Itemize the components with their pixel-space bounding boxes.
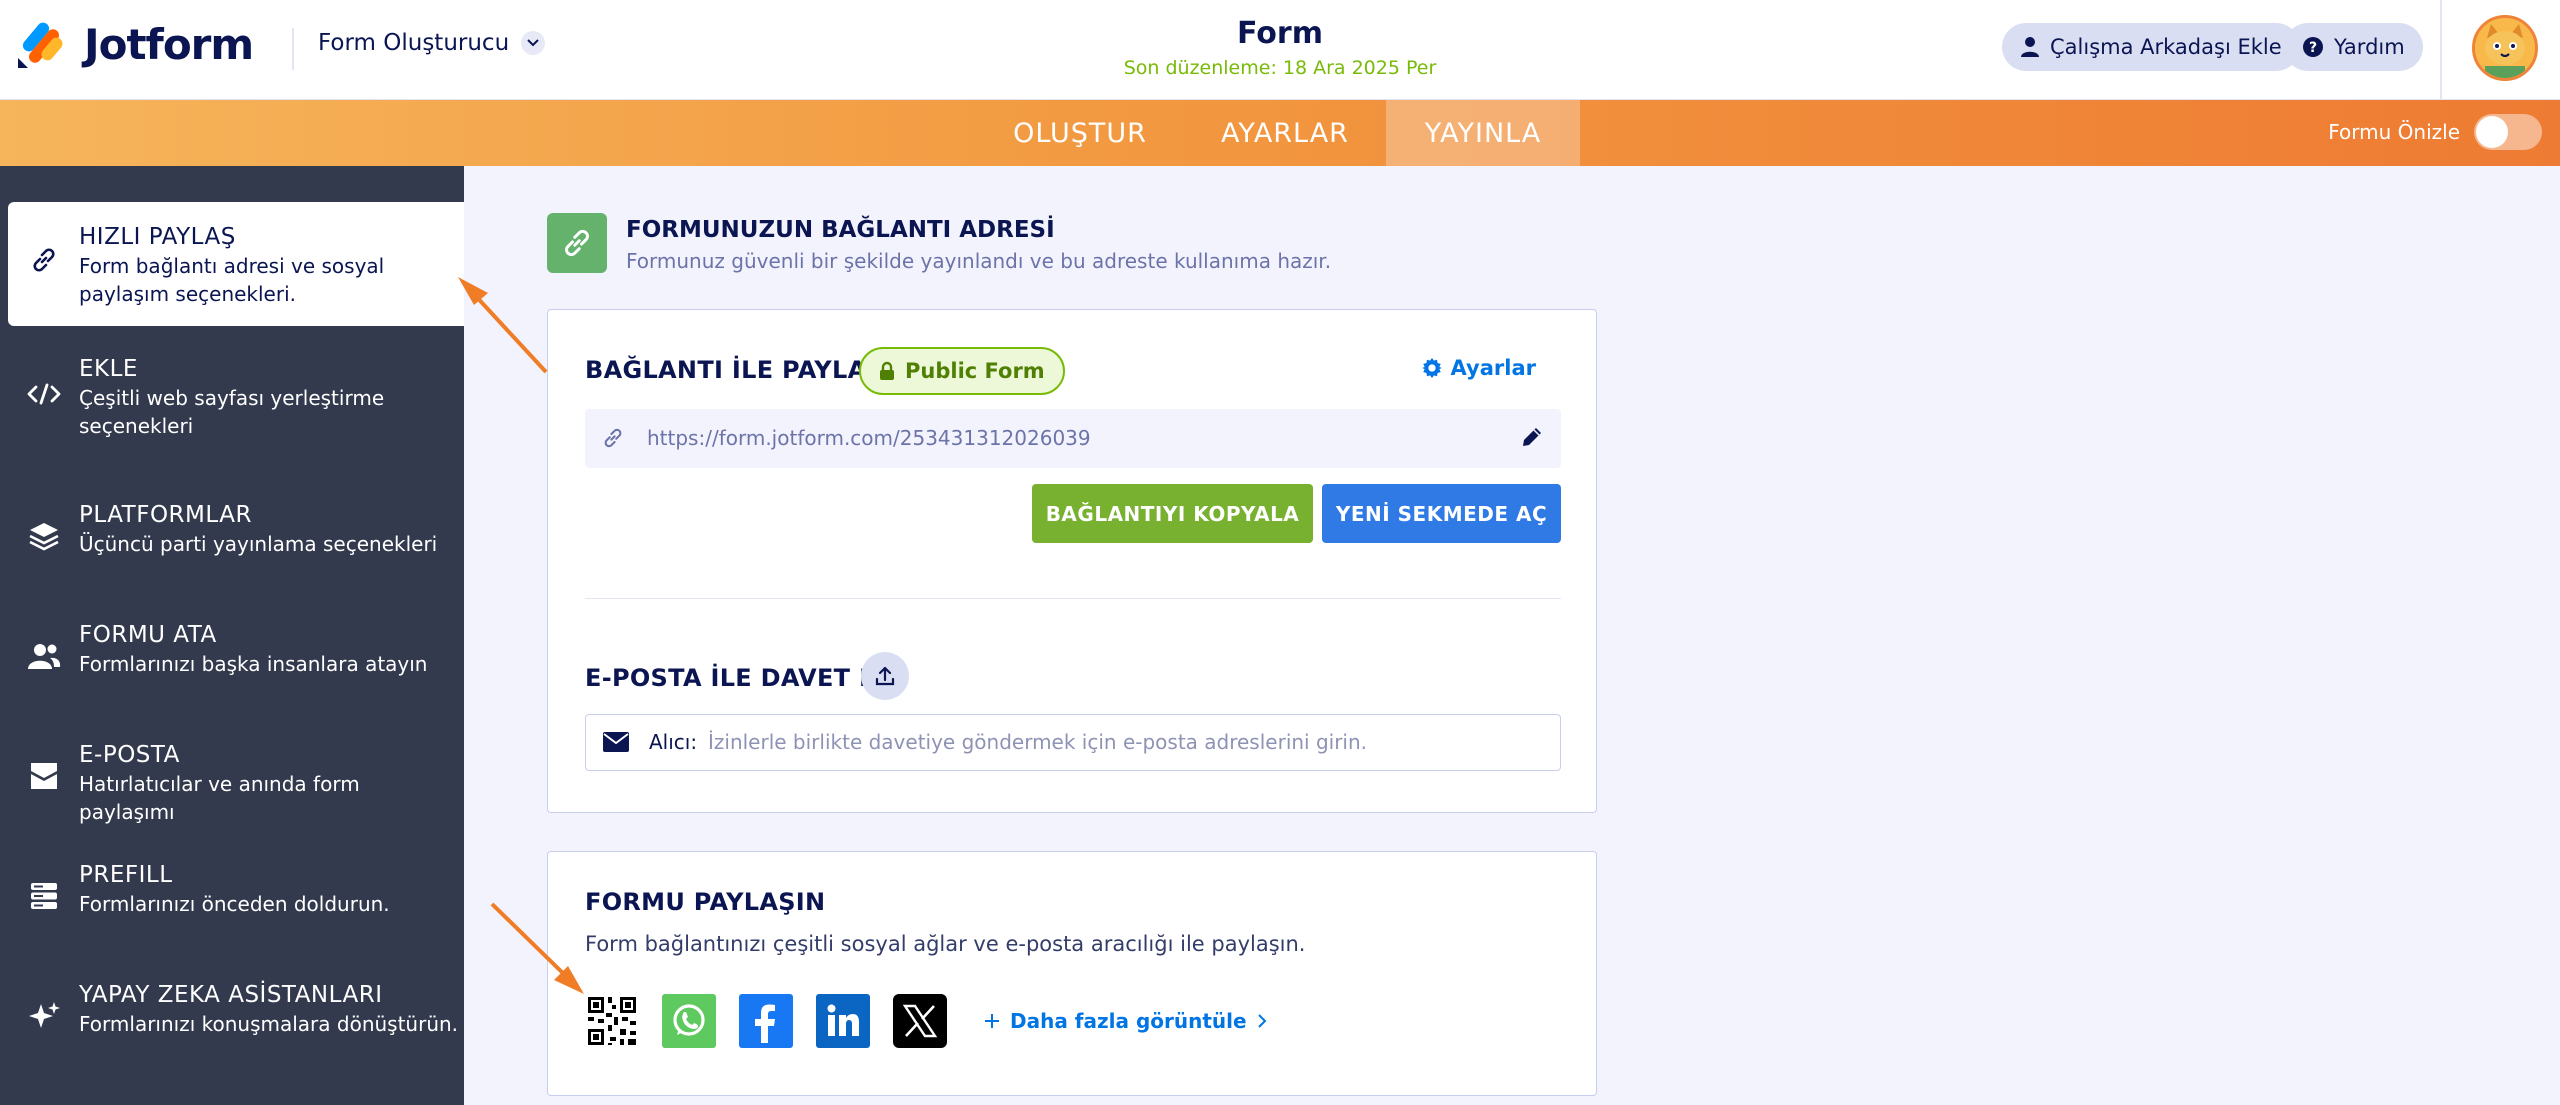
preview-toggle[interactable] xyxy=(2474,114,2542,150)
plus-icon xyxy=(985,1014,999,1028)
avatar-divider xyxy=(2440,0,2442,100)
sidebar-item-desc: Form bağlantı adresi ve sosyal paylaşım … xyxy=(79,254,385,306)
mail-icon xyxy=(26,758,62,794)
x-icon[interactable] xyxy=(893,994,947,1048)
form-link-subtitle: Formunuz güvenli bir şekilde yayınlandı … xyxy=(626,249,1332,273)
share-link-title: BAĞLANTI İLE PAYLAŞ xyxy=(585,356,885,384)
help-label: Yardım xyxy=(2334,35,2405,59)
jotform-logo[interactable]: Jotform xyxy=(16,18,254,70)
public-form-label: Public Form xyxy=(905,359,1045,383)
add-collaborator-button[interactable]: Çalışma Arkadaşı Ekle xyxy=(2002,23,2300,71)
sidebar-item-title: EKLE xyxy=(79,356,138,382)
toggle-knob xyxy=(2476,116,2508,148)
sidebar-item-title: YAPAY ZEKA ASİSTANLARI xyxy=(79,982,383,1008)
chevron-right-icon xyxy=(1257,1014,1266,1028)
chevron-down-icon xyxy=(521,31,546,55)
arrow-to-quick-share xyxy=(458,277,548,374)
public-form-badge[interactable]: Public Form xyxy=(859,347,1065,395)
envelope-icon xyxy=(602,731,630,757)
link-badge-icon xyxy=(547,213,607,273)
tab-publish[interactable]: YAYINLA xyxy=(1386,100,1580,166)
form-url[interactable]: https://form.jotform.com/253431312026039 xyxy=(647,426,1091,450)
builder-navbar: OLUŞTUR AYARLAR YAYINLA Formu Önizle xyxy=(0,100,2560,166)
qr-code-icon[interactable] xyxy=(585,994,639,1048)
tab-settings[interactable]: AYARLAR xyxy=(1200,100,1370,166)
sidebar-item-desc: Hatırlatıcılar ve anında form paylaşımı xyxy=(79,772,360,824)
link-icon xyxy=(601,426,625,454)
sidebar-item-title: FORMU ATA xyxy=(79,622,217,648)
share-settings-link[interactable]: Ayarlar xyxy=(1421,356,1536,380)
form-url-field[interactable]: https://form.jotform.com/253431312026039 xyxy=(585,409,1561,468)
social-buttons: Daha fazla görüntüle xyxy=(585,994,1267,1048)
layers-icon xyxy=(26,518,62,554)
view-more-label: Daha fazla görüntüle xyxy=(1010,1009,1247,1033)
pencil-icon[interactable] xyxy=(1519,424,1545,454)
social-share-card: FORMU PAYLAŞIN Form bağlantınızı çeşitli… xyxy=(547,851,1597,1096)
gear-icon xyxy=(1421,357,1442,379)
sidebar-item-platforms[interactable]: PLATFORMLAR Üçüncü parti yayınlama seçen… xyxy=(8,502,464,626)
sidebar-item-desc: Üçüncü parti yayınlama seçenekleri xyxy=(79,532,438,556)
user-icon xyxy=(2021,37,2039,57)
linkedin-icon[interactable] xyxy=(816,994,870,1048)
preview-form: Formu Önizle xyxy=(2328,114,2542,150)
prefill-icon xyxy=(26,878,62,914)
link-icon xyxy=(26,242,62,278)
code-icon xyxy=(26,376,62,412)
header-divider xyxy=(292,28,294,70)
sidebar-item-title: E-POSTA xyxy=(79,742,180,768)
sidebar-item-title: PREFILL xyxy=(79,862,173,888)
users-icon xyxy=(26,638,62,674)
sidebar-item-desc: Formlarınızı konuşmalara dönüştürün. xyxy=(79,1012,459,1036)
share-form-desc: Form bağlantınızı çeşitli sosyal ağlar v… xyxy=(585,932,1306,956)
top-header: Jotform Form Oluşturucu Form Son düzenle… xyxy=(0,0,2560,100)
help-button[interactable]: ? Yardım xyxy=(2284,23,2423,71)
sidebar-item-embed[interactable]: EKLE Çeşitli web sayfası yerleştirme seç… xyxy=(8,356,464,480)
jotform-logo-icon xyxy=(18,22,63,68)
open-in-new-tab-button[interactable]: YENİ SEKMEDE AÇ xyxy=(1322,484,1561,543)
add-collaborator-label: Çalışma Arkadaşı Ekle xyxy=(2050,35,2282,59)
tab-build[interactable]: OLUŞTUR xyxy=(1000,100,1160,166)
sidebar-item-title: PLATFORMLAR xyxy=(79,502,252,528)
form-builder-dropdown[interactable]: Form Oluşturucu xyxy=(318,30,546,56)
publish-sidebar: HIZLI PAYLAŞ Form bağlantı adresi ve sos… xyxy=(0,166,464,1105)
brand-name: Jotform xyxy=(84,19,254,69)
preview-label: Formu Önizle xyxy=(2328,120,2460,144)
form-title[interactable]: Form xyxy=(1080,16,1480,51)
settings-label: Ayarlar xyxy=(1450,356,1536,380)
sidebar-item-desc: Formlarınızı başka insanlara atayın xyxy=(79,652,428,676)
help-icon: ? xyxy=(2303,37,2323,57)
facebook-icon[interactable] xyxy=(739,994,793,1048)
avatar[interactable] xyxy=(2472,15,2538,81)
svg-text:?: ? xyxy=(2309,40,2317,56)
recipient-placeholder: İzinlerle birlikte davetiye göndermek iç… xyxy=(708,730,1368,754)
recipient-label: Alıcı: xyxy=(649,730,698,754)
sidebar-item-desc: Formlarınızı önceden doldurun. xyxy=(79,892,390,916)
share-link-card: BAĞLANTI İLE PAYLAŞ Public Form Ayarlar … xyxy=(547,309,1597,813)
share-form-title: FORMU PAYLAŞIN xyxy=(585,888,826,916)
lock-icon xyxy=(880,361,894,380)
upload-icon xyxy=(875,666,895,686)
card-divider xyxy=(585,598,1561,599)
email-invite-title: E-POSTA İLE DAVET ET xyxy=(585,664,893,692)
last-edited: Son düzenleme: 18 Ara 2025 Per xyxy=(1123,57,1437,79)
builder-label: Form Oluşturucu xyxy=(318,30,510,56)
view-more-link[interactable]: Daha fazla görüntüle xyxy=(984,1009,1267,1033)
recipient-email-input[interactable]: Alıcı: İzinlerle birlikte davetiye gönde… xyxy=(585,714,1561,771)
form-link-title: FORMUNUZUN BAĞLANTI ADRESİ xyxy=(626,217,1055,243)
copy-link-button[interactable]: BAĞLANTIYI KOPYALA xyxy=(1032,484,1313,543)
sidebar-item-quick-share[interactable]: HIZLI PAYLAŞ Form bağlantı adresi ve sos… xyxy=(8,202,464,326)
sidebar-item-ai-agents[interactable]: YAPAY ZEKA ASİSTANLARI Formlarınızı konu… xyxy=(8,982,464,1105)
cat-avatar-icon xyxy=(2475,18,2535,78)
sidebar-item-desc: Çeşitli web sayfası yerleştirme seçenekl… xyxy=(79,386,385,438)
sidebar-item-assign-form[interactable]: FORMU ATA Formlarınızı başka insanlara a… xyxy=(8,622,464,746)
sidebar-item-email[interactable]: E-POSTA Hatırlatıcılar ve anında form pa… xyxy=(8,742,464,866)
form-title-block: Form Son düzenleme: 18 Ara 2025 Per xyxy=(1080,16,1480,79)
sparkle-icon xyxy=(26,998,62,1034)
upload-button[interactable] xyxy=(861,652,909,700)
sidebar-item-title: HIZLI PAYLAŞ xyxy=(79,224,236,250)
whatsapp-icon[interactable] xyxy=(662,994,716,1048)
sidebar-item-prefill[interactable]: PREFILL Formlarınızı önceden doldurun. xyxy=(8,862,464,986)
